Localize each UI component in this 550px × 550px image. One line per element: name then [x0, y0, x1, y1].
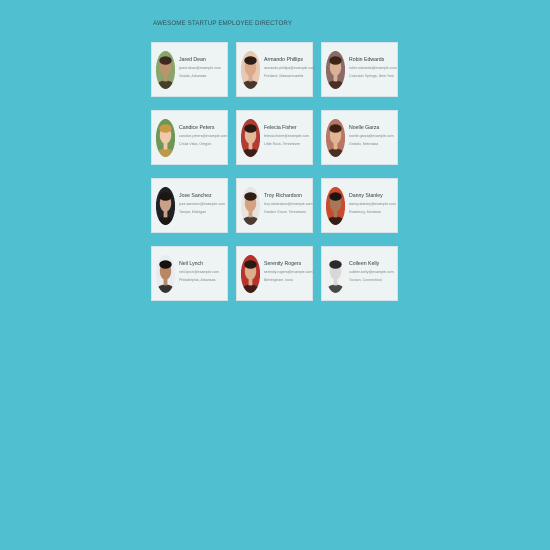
employee-info: Troy Richardson troy.richardson@example.c…: [264, 193, 313, 214]
employee-location: Ontario, Nebraska: [349, 142, 379, 146]
employee-card[interactable]: Jared Dean jared.dean@example.com Visalia,…: [151, 42, 228, 97]
employee-card[interactable]: Colleen Kelly colleen.kelly@example.com Tu…: [321, 246, 398, 301]
employee-avatar: [156, 51, 175, 89]
employee-avatar: [326, 119, 345, 157]
employee-info: Robin Edwards robin.edwards@example.com Co…: [349, 57, 397, 78]
employee-info: Colleen Kelly colleen.kelly@example.com Tu…: [349, 261, 395, 282]
employee-email: candice.peters@example.com: [179, 134, 228, 138]
employee-location: Tucson, Connecticut: [349, 278, 382, 282]
employee-location: Visalia, Arkansas: [179, 74, 207, 78]
employee-avatar: [241, 255, 260, 293]
employee-location: Little Rock, Tennessee: [264, 142, 301, 146]
employee-card[interactable]: Armando Phillips armando.phillips@example…: [236, 42, 316, 97]
employee-email: robin.edwards@example.com: [349, 66, 397, 70]
employee-card[interactable]: Noelle Garza noelle.garza@example.com Onta…: [321, 110, 398, 165]
page-title: AWESOME STARTUP EMPLOYEE DIRECTORY: [153, 20, 293, 27]
employee-name: Colleen Kelly: [349, 261, 380, 267]
employee-name: Candice Peters: [179, 125, 215, 131]
employee-avatar: [241, 119, 260, 157]
employee-email: troy.richardson@example.com: [264, 202, 313, 206]
employee-info: Candice Peters candice.peters@example.com…: [179, 125, 228, 146]
employee-email: jose.sanchez@example.com: [179, 202, 225, 206]
employee-card[interactable]: Troy Richardson troy.richardson@example.c…: [236, 178, 313, 233]
employee-location: Colorado Springs, New York: [349, 74, 394, 78]
employee-location: Birmingham, Iowa: [264, 278, 293, 282]
employee-location: Chula Vista, Oregon: [179, 142, 212, 146]
employee-info: Jared Dean jared.dean@example.com Visalia,…: [179, 57, 225, 78]
employee-email: colleen.kelly@example.com: [349, 270, 394, 274]
employee-grid: Jared Dean jared.dean@example.com Visalia,…: [151, 42, 399, 301]
employee-avatar: [326, 51, 345, 89]
employee-card[interactable]: Felecia Fisher felecia.fisher@example.com…: [236, 110, 313, 165]
employee-name: Serenity Rogers: [264, 261, 302, 267]
employee-email: felecia.fisher@example.com: [264, 134, 310, 138]
directory-page: AWESOME STARTUP EMPLOYEE DIRECTORY Jared…: [0, 0, 550, 550]
employee-avatar: [241, 51, 260, 89]
employee-location: Roseburg, Montana: [349, 210, 381, 214]
employee-card[interactable]: Danny Stanley danny.stanley@example.com Ro…: [321, 178, 398, 233]
employee-email: neil.lynch@example.com: [179, 270, 220, 274]
employee-name: Armando Phillips: [264, 57, 303, 63]
employee-info: Felecia Fisher felecia.fisher@example.com…: [264, 125, 310, 146]
employee-name: Neil Lynch: [179, 261, 204, 267]
employee-email: danny.stanley@example.com: [349, 202, 396, 206]
employee-location: Garden Grove, Tennessee: [264, 210, 307, 214]
employee-location: Philadelphia, Arkansas: [179, 278, 216, 282]
employee-info: Neil Lynch neil.lynch@example.com Philadel…: [179, 261, 225, 282]
employee-avatar: [156, 255, 175, 293]
employee-email: armando.phillips@example.com: [264, 66, 316, 70]
employee-info: Danny Stanley danny.stanley@example.com Ro…: [349, 193, 396, 214]
employee-location: Tampa, Michigan: [179, 210, 207, 214]
employee-card[interactable]: Serenity Rogers serenity.rogers@example.c…: [236, 246, 313, 301]
employee-avatar: [326, 255, 345, 293]
employee-card[interactable]: Neil Lynch neil.lynch@example.com Philadel…: [151, 246, 228, 301]
employee-info: Noelle Garza noelle.garza@example.com Onta…: [349, 125, 395, 146]
employee-location: Portland, Massachusetts: [264, 74, 304, 78]
employee-name: Jared Dean: [179, 57, 206, 63]
employee-name: Noelle Garza: [349, 125, 380, 131]
employee-name: Troy Richardson: [264, 193, 302, 199]
employee-info: Serenity Rogers serenity.rogers@example.c…: [264, 261, 313, 282]
employee-email: jared.dean@example.com: [179, 66, 222, 70]
employee-info: Armando Phillips armando.phillips@example…: [264, 57, 316, 78]
employee-name: Danny Stanley: [349, 193, 383, 199]
employee-email: noelle.garza@example.com: [349, 134, 394, 138]
employee-avatar: [326, 187, 345, 225]
employee-avatar: [156, 187, 175, 225]
employee-card[interactable]: Candice Peters candice.peters@example.com…: [151, 110, 228, 165]
employee-info: Jose Sanchez jose.sanchez@example.com Tamp…: [179, 193, 225, 214]
employee-avatar: [241, 187, 260, 225]
employee-name: Robin Edwards: [349, 57, 385, 63]
employee-card[interactable]: Jose Sanchez jose.sanchez@example.com Tamp…: [151, 178, 228, 233]
employee-avatar: [156, 119, 175, 157]
employee-name: Felecia Fisher: [264, 125, 297, 131]
employee-card[interactable]: Robin Edwards robin.edwards@example.com Co…: [321, 42, 398, 97]
employee-name: Jose Sanchez: [179, 193, 212, 199]
employee-email: serenity.rogers@example.com: [264, 270, 313, 274]
